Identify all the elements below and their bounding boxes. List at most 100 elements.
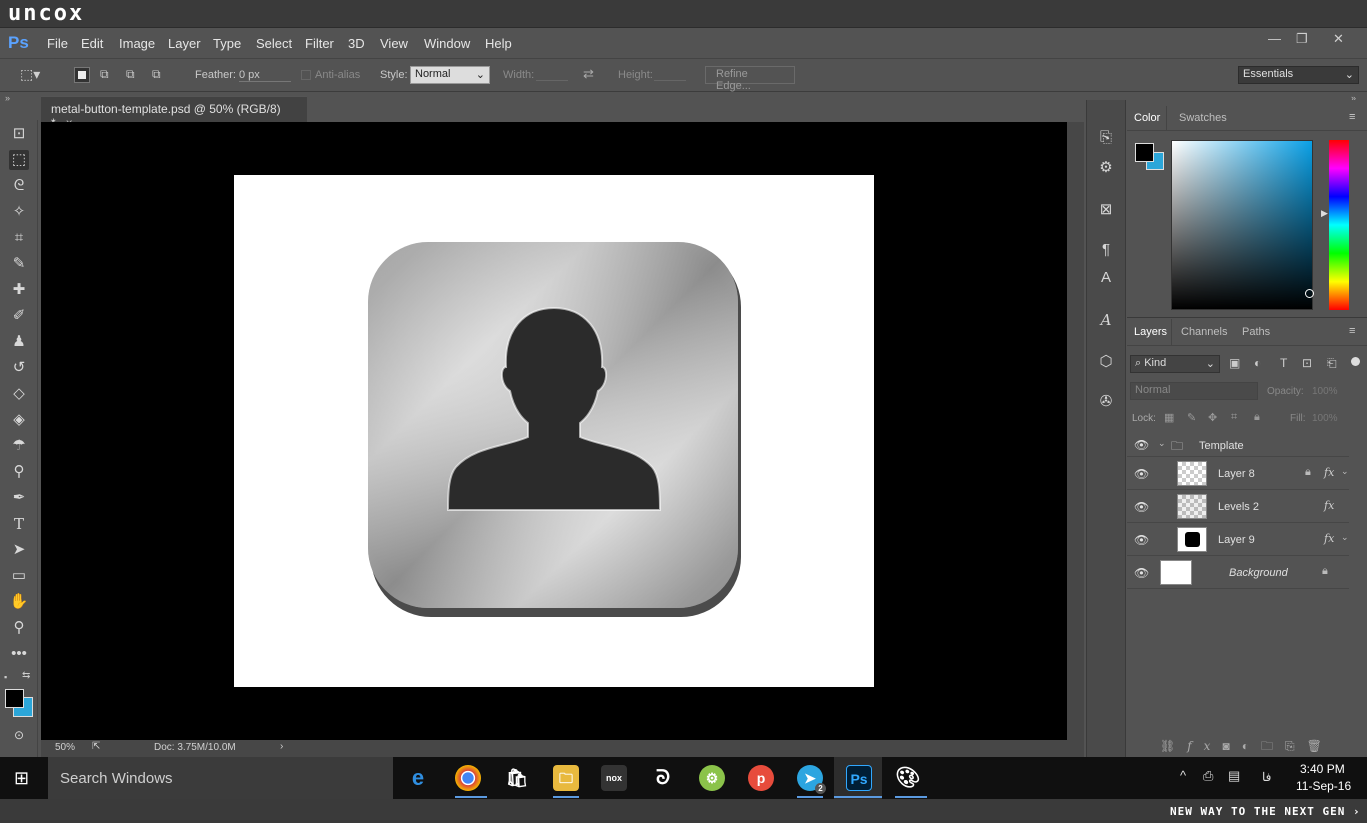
color-fg-swatch[interactable] xyxy=(1135,143,1154,162)
menu-edit[interactable]: Edit xyxy=(81,36,103,51)
lock-all-icon[interactable]: 🔒︎ xyxy=(1254,411,1260,424)
store-icon[interactable]: 🛍︎ xyxy=(504,765,530,791)
restore-button[interactable]: ❐ xyxy=(1296,31,1308,47)
zoom-level[interactable]: 50% xyxy=(55,742,75,753)
artboard-icon[interactable]: ⊡ xyxy=(9,124,29,144)
clock-date[interactable]: 11-Sep-16 xyxy=(1296,779,1351,793)
fx-icon[interactable]: fx xyxy=(1324,466,1334,479)
refine-edge-button[interactable]: Refine Edge... xyxy=(705,66,795,92)
lock-pixels-icon[interactable]: ✎ xyxy=(1187,411,1196,424)
opacity-input[interactable]: 100% xyxy=(1312,386,1338,397)
fx-icon[interactable]: fx xyxy=(1324,499,1334,512)
layer-row-layer9[interactable]: 👁︎ Layer 9 fx ⌄ xyxy=(1127,523,1349,556)
bucket-icon[interactable]: ◈ xyxy=(9,410,29,430)
adjustments-panel-icon[interactable]: ✇ xyxy=(1096,392,1116,412)
new-layer-icon[interactable]: ⎘ xyxy=(1285,739,1307,753)
delete-layer-icon[interactable]: 🗑︎ xyxy=(1307,739,1334,753)
menu-3d[interactable]: 3D xyxy=(348,36,365,51)
style-select[interactable]: Normal ⌄ xyxy=(410,66,490,84)
vertical-scrollbar[interactable] xyxy=(1067,122,1084,740)
language-indicator[interactable]: فا xyxy=(1262,770,1271,784)
glyphs-panel-icon[interactable]: A xyxy=(1096,310,1116,330)
fx-icon[interactable]: fx xyxy=(1324,532,1334,545)
hue-slider-handle-icon[interactable]: ▶ xyxy=(1321,208,1328,219)
workspace-select[interactable]: Essentials ⌄ xyxy=(1238,66,1359,84)
collapse-tools-icon[interactable]: » xyxy=(5,93,10,103)
windows-start-icon[interactable]: ⊞ xyxy=(14,768,29,789)
hue-slider[interactable] xyxy=(1329,140,1349,310)
status-menu-chevron-icon[interactable]: › xyxy=(280,741,283,752)
rectangle-icon[interactable]: ▭ xyxy=(9,566,29,586)
feather-input[interactable]: 0 px xyxy=(239,69,291,82)
eye-icon[interactable]: 👁︎ xyxy=(1134,533,1149,547)
panel-menu-icon[interactable]: ≡ xyxy=(1349,111,1355,123)
color-field[interactable] xyxy=(1171,140,1313,310)
filter-shape-icon[interactable]: ⊡ xyxy=(1302,356,1312,370)
antialias-checkbox[interactable] xyxy=(301,70,311,80)
android-icon[interactable]: ⚙ xyxy=(699,765,725,791)
swap-colors-icon[interactable]: ⇆ xyxy=(22,670,30,681)
file-explorer-icon[interactable]: 🗀︎ xyxy=(553,765,579,791)
lasso-icon[interactable]: ᘓ xyxy=(9,176,29,196)
menu-type[interactable]: Type xyxy=(213,36,241,51)
minimize-button[interactable]: — xyxy=(1268,31,1281,46)
filter-toggle-icon[interactable] xyxy=(1351,357,1360,366)
properties-panel-icon[interactable]: ⚙ xyxy=(1096,158,1116,178)
new-group-icon[interactable]: 🗀︎ xyxy=(1261,739,1285,753)
pocket-icon[interactable]: p xyxy=(748,765,774,791)
blur-icon[interactable]: ☂ xyxy=(9,436,29,456)
swap-dimensions-icon[interactable]: ⇄ xyxy=(583,66,594,82)
eye-icon[interactable]: 👁︎ xyxy=(1134,438,1149,452)
chevron-down-icon[interactable]: ⌄ xyxy=(1341,532,1349,543)
menu-select[interactable]: Select xyxy=(256,36,292,51)
layer-row-levels2[interactable]: 👁︎ Levels 2 fx xyxy=(1127,490,1349,523)
foreground-color-swatch[interactable] xyxy=(5,689,24,708)
share-icon[interactable]: ⇱ xyxy=(92,741,100,752)
filter-pixel-icon[interactable]: ▣ xyxy=(1229,356,1240,370)
add-mask-icon[interactable]: ◙ xyxy=(1222,739,1241,753)
new-adjustment-icon[interactable]: ◐ xyxy=(1242,739,1261,753)
intersect-selection-icon[interactable]: ⧉ xyxy=(152,67,168,83)
tab-paths[interactable]: Paths xyxy=(1242,326,1270,338)
stamp-icon[interactable]: ♟ xyxy=(9,332,29,352)
fill-input[interactable]: 100% xyxy=(1312,413,1338,424)
eye-icon[interactable]: 👁︎ xyxy=(1134,467,1149,481)
search-box[interactable]: Search Windows xyxy=(48,757,393,799)
pen-icon[interactable]: ✒ xyxy=(9,488,29,508)
close-button[interactable]: ✕ xyxy=(1333,31,1344,47)
blend-mode-select[interactable]: Normal xyxy=(1130,382,1258,400)
clock-time[interactable]: 3:40 PM xyxy=(1300,762,1345,776)
eye-icon[interactable]: 👁︎ xyxy=(1134,566,1149,580)
notification-icon[interactable]: ▤ xyxy=(1228,768,1240,784)
photoshop-taskbar-icon[interactable]: Ps xyxy=(846,765,872,791)
filter-adjustment-icon[interactable]: ◐ xyxy=(1254,356,1261,370)
menu-view[interactable]: View xyxy=(380,36,408,51)
menu-filter[interactable]: Filter xyxy=(305,36,334,51)
menu-help[interactable]: Help xyxy=(485,36,512,51)
tray-chevron-icon[interactable]: ^ xyxy=(1180,768,1186,783)
link-layers-icon[interactable]: ⛓ xyxy=(1160,739,1187,753)
healing-icon[interactable]: ✚ xyxy=(9,280,29,300)
layer-row-layer8[interactable]: 👁︎ Layer 8 🔒︎ fx ⌄ xyxy=(1127,457,1349,490)
more-icon[interactable]: ••• xyxy=(9,644,29,664)
3d-panel-icon[interactable]: ⬡ xyxy=(1096,352,1116,372)
dragon-icon[interactable]: ᘐ xyxy=(650,765,676,791)
layer-style-icon[interactable]: fx xyxy=(1187,739,1222,753)
default-colors-icon[interactable]: ▪ xyxy=(4,672,7,682)
layers-menu-icon[interactable]: ≡ xyxy=(1349,325,1355,337)
brush-panel-icon[interactable]: ⊠ xyxy=(1096,200,1116,220)
width-input[interactable] xyxy=(536,80,568,81)
tab-swatches[interactable]: Swatches xyxy=(1179,112,1227,124)
new-selection-icon[interactable] xyxy=(74,67,90,83)
document-canvas[interactable] xyxy=(234,175,874,687)
magic-wand-icon[interactable]: ✧ xyxy=(9,202,29,222)
history-panel-icon[interactable]: ⎘ xyxy=(1096,128,1116,148)
layer-row-template[interactable]: 👁︎ ⌄ 🗀︎ Template xyxy=(1127,432,1349,457)
marquee-icon[interactable]: ⬚ xyxy=(9,150,29,170)
lock-artboard-icon[interactable]: ⌗ xyxy=(1231,411,1237,424)
type-icon[interactable]: T xyxy=(9,514,29,534)
eraser-icon[interactable]: ◇ xyxy=(9,384,29,404)
history-brush-icon[interactable]: ↺ xyxy=(9,358,29,378)
filter-smart-object-icon[interactable]: ⎗ xyxy=(1327,356,1337,371)
tab-channels[interactable]: Channels xyxy=(1181,326,1227,338)
